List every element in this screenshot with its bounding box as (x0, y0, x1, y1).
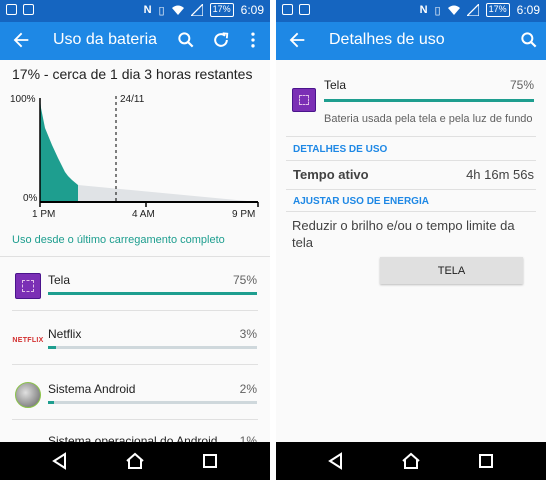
divider (286, 160, 536, 161)
wifi-icon (171, 5, 184, 15)
app-percentage: 3% (239, 327, 257, 341)
battery-usage-screen: N ▯ 17% 6:09 Uso da bateria 17% - cerca … (0, 0, 270, 480)
divider (286, 211, 536, 212)
battery-level: 17 (212, 4, 223, 14)
vibrate-icon: ▯ (434, 4, 441, 17)
nfc-icon: N (419, 4, 428, 16)
clock: 6:09 (240, 3, 264, 17)
status-bar: N ▯ 17% 6:09 (0, 0, 270, 22)
clock: 6:09 (516, 3, 540, 17)
usage-bar (48, 346, 257, 349)
divider (0, 256, 270, 257)
navigation-bar (276, 442, 546, 480)
status-bar: N ▯ 17% 6:09 (276, 0, 546, 22)
nav-recents-icon[interactable] (476, 451, 496, 471)
app-name: Netflix (48, 327, 82, 341)
battery-level: 17 (488, 4, 499, 14)
section-header-usage-details: DETALHES DE USO (293, 144, 388, 155)
usage-details-screen: N ▯ 17% 6:09 Detalhes de uso Tela 75% Ba… (276, 0, 546, 480)
power-saving-hint: Reduzir o brilho e/ou o tempo limite da … (292, 218, 515, 250)
back-arrow-icon[interactable] (10, 29, 32, 51)
detail-description: Bateria usada pela tela e pela luz de fu… (324, 113, 533, 125)
screenshot-pair: N ▯ 17% 6:09 Uso da bateria 17% - cerca … (0, 0, 546, 480)
graph-x-tick-label: 9 PM (232, 209, 255, 220)
overflow-menu-icon[interactable] (243, 30, 263, 50)
gallery-notification-icon (6, 4, 17, 15)
gallery-notification-icon (282, 4, 293, 15)
divider (12, 364, 258, 365)
signal-icon (466, 4, 479, 16)
vibrate-icon: ▯ (158, 4, 165, 17)
search-icon[interactable] (176, 30, 196, 50)
divider (12, 310, 258, 311)
battery-history-graph: 100% 0% 24/11 1 PM 4 AM 9 PM (10, 94, 259, 220)
refresh-icon[interactable] (211, 30, 231, 50)
divider (12, 419, 258, 420)
app-bar: Uso da bateria (0, 22, 270, 60)
signal-icon (190, 4, 203, 16)
usage-bar-fill (48, 346, 57, 349)
netflix-logo-text: NETFLIX (12, 336, 44, 344)
usage-bar-fill (48, 292, 257, 295)
task-notification-icon (23, 4, 34, 15)
wifi-icon (447, 5, 460, 15)
graph-projection-area (78, 185, 258, 202)
battery-icon: 17% (209, 3, 234, 17)
tela-icon (15, 273, 41, 299)
graph-charge-area (40, 98, 78, 202)
app-percentage: 2% (239, 382, 257, 396)
page-title: Uso da bateria (53, 31, 158, 48)
graph-y-min-label: 0% (23, 193, 38, 204)
screen-settings-button[interactable]: TELA (380, 257, 523, 284)
since-last-charge-label: Uso desde o último carregamento completo (12, 234, 225, 246)
nfc-icon: N (143, 4, 152, 16)
section-header-adjust-power: AJUSTAR USO DE ENERGIA (293, 196, 429, 207)
detail-app-percentage: 75% (509, 78, 534, 92)
usage-bar-fill (48, 401, 55, 404)
back-arrow-icon[interactable] (286, 29, 308, 51)
app-name: Tela (48, 273, 71, 287)
active-time-value: 4h 16m 56s (466, 167, 534, 182)
detail-usage-bar (324, 99, 534, 102)
nav-recents-icon[interactable] (200, 451, 220, 471)
nav-back-icon[interactable] (326, 451, 346, 471)
usage-bar (48, 401, 257, 404)
tela-icon (292, 88, 316, 112)
battery-summary: 17% - cerca de 1 dia 3 horas restantes (12, 66, 253, 82)
app-percentage: 75% (232, 273, 257, 287)
app-name: Sistema Android (48, 382, 136, 396)
divider (286, 136, 536, 137)
nav-home-icon[interactable] (401, 451, 421, 471)
page-title: Detalhes de uso (329, 31, 445, 48)
navigation-bar (0, 442, 270, 480)
graph-x-tick-label: 1 PM (32, 209, 55, 220)
graph-y-max-label: 100% (10, 94, 36, 105)
android-system-icon (15, 382, 41, 408)
app-bar: Detalhes de uso (276, 22, 546, 60)
graph-date-marker: 24/11 (120, 94, 145, 105)
nav-home-icon[interactable] (125, 451, 145, 471)
detail-usage-bar-fill (324, 99, 534, 102)
nav-back-icon[interactable] (50, 451, 70, 471)
usage-bar (48, 292, 257, 295)
divider (286, 189, 536, 190)
detail-app-name: Tela (324, 78, 347, 92)
search-icon[interactable] (519, 30, 539, 50)
task-notification-icon (299, 4, 310, 15)
graph-x-tick-label: 4 AM (132, 209, 155, 220)
active-time-label: Tempo ativo (293, 167, 369, 182)
netflix-icon: NETFLIX (12, 327, 44, 353)
battery-icon: 17% (485, 3, 510, 17)
